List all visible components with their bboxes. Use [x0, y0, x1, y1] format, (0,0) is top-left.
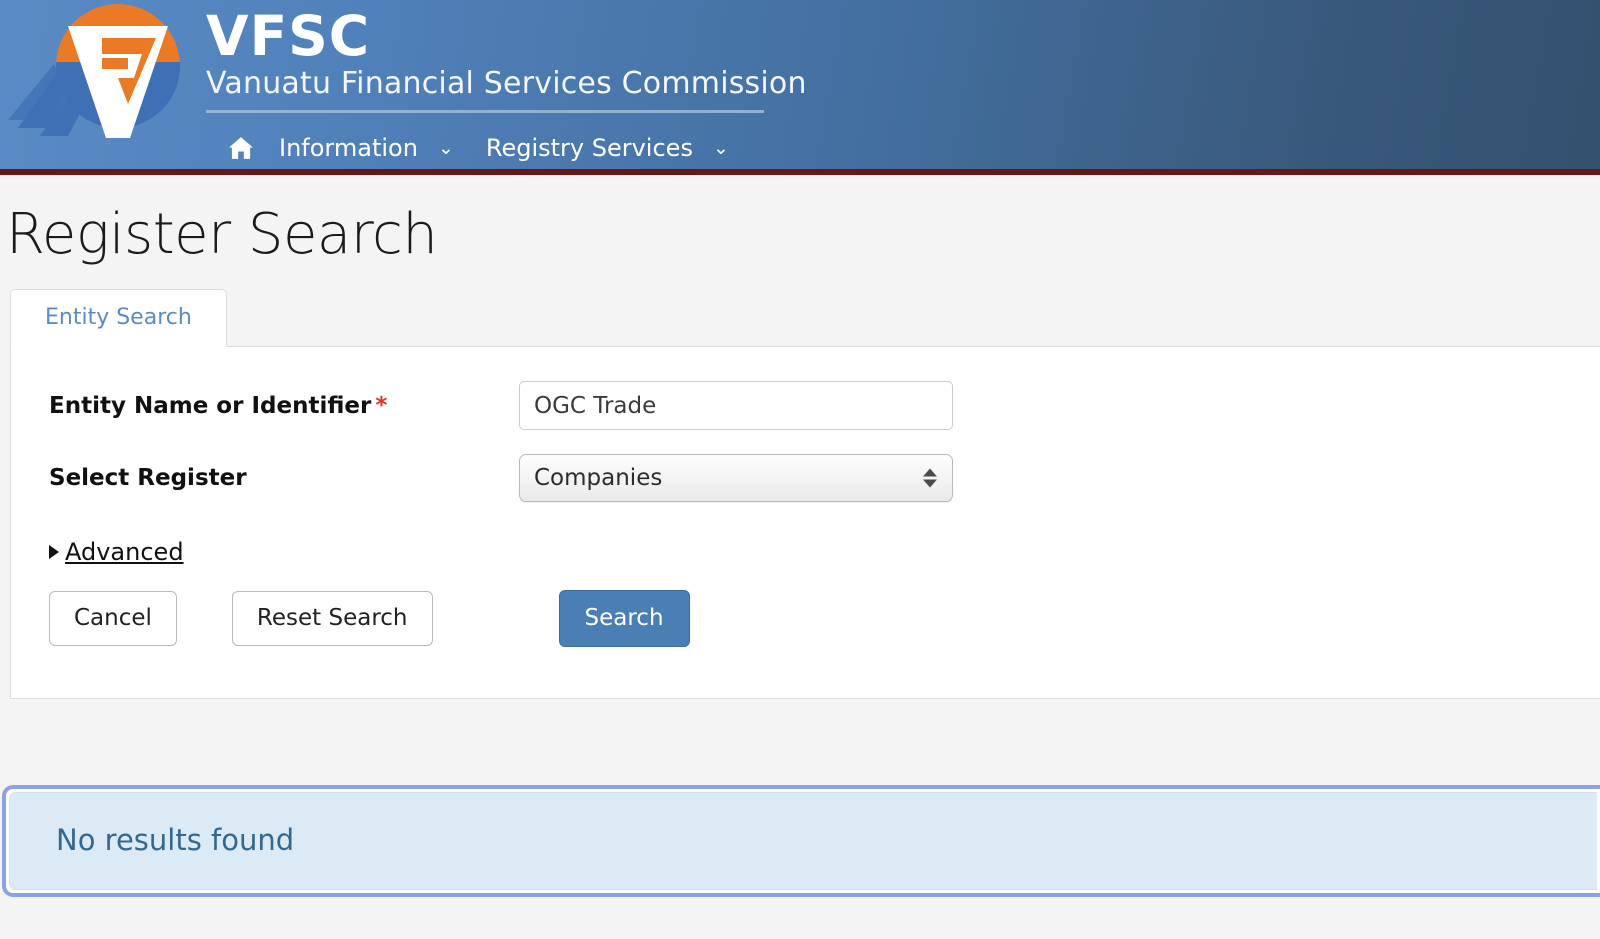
entity-name-input[interactable]	[519, 381, 953, 431]
vfsc-logo-icon	[6, 0, 206, 150]
disclosure-triangle-icon	[49, 545, 59, 560]
page-body: Register Search Entity Search Entity Nam…	[0, 175, 1600, 898]
select-register-label: Select Register	[49, 465, 519, 491]
results-spacer	[0, 699, 1600, 786]
entity-name-label-text: Entity Name or Identifier	[49, 392, 372, 419]
brand-subtitle: Vanuatu Financial Services Commission	[206, 65, 807, 101]
no-results-message: No results found	[56, 823, 295, 858]
no-results-alert-body: No results found	[9, 792, 1597, 891]
cancel-button[interactable]: Cancel	[49, 591, 177, 647]
form-buttons: Cancel Reset Search Search	[11, 590, 1600, 648]
page-title: Register Search	[6, 202, 438, 267]
select-register-dropdown[interactable]: Companies	[519, 454, 953, 503]
advanced-disclosure[interactable]: Advanced	[11, 538, 184, 566]
no-results-alert: No results found	[2, 785, 1600, 898]
required-marker: *	[375, 392, 388, 419]
chevron-down-icon[interactable]: ⌄	[434, 135, 470, 162]
advanced-label: Advanced	[65, 538, 184, 567]
tab-bar: Entity Search	[0, 289, 1600, 348]
brand-divider	[206, 110, 764, 114]
brand-text: VFSC Vanuatu Financial Services Commissi…	[206, 0, 807, 114]
select-register-wrap: Companies	[519, 454, 953, 503]
field-select-register-row: Select Register Companies	[11, 454, 1600, 503]
brand-title: VFSC	[206, 4, 371, 68]
tab-entity-search[interactable]: Entity Search	[10, 289, 227, 348]
field-entity-name-row: Entity Name or Identifier *	[11, 381, 1600, 431]
entity-name-label: Entity Name or Identifier *	[49, 393, 519, 419]
search-button[interactable]: Search	[558, 590, 690, 648]
reset-search-button[interactable]: Reset Search	[231, 591, 433, 647]
select-register-label-text: Select Register	[49, 465, 247, 492]
home-icon[interactable]	[219, 128, 263, 168]
select-register-value: Companies	[534, 465, 663, 492]
chevron-down-icon[interactable]: ⌄	[709, 135, 745, 162]
main-navigation: Information ⌄ Registry Services ⌄	[219, 128, 745, 168]
nav-item-information[interactable]: Information	[263, 130, 434, 166]
entity-search-panel: Entity Name or Identifier* Select Regist…	[10, 346, 1600, 700]
site-header: VFSC Vanuatu Financial Services Commissi…	[0, 0, 1600, 175]
nav-item-registry-services[interactable]: Registry Services	[470, 130, 709, 166]
tab-label: Entity Search	[45, 305, 192, 331]
